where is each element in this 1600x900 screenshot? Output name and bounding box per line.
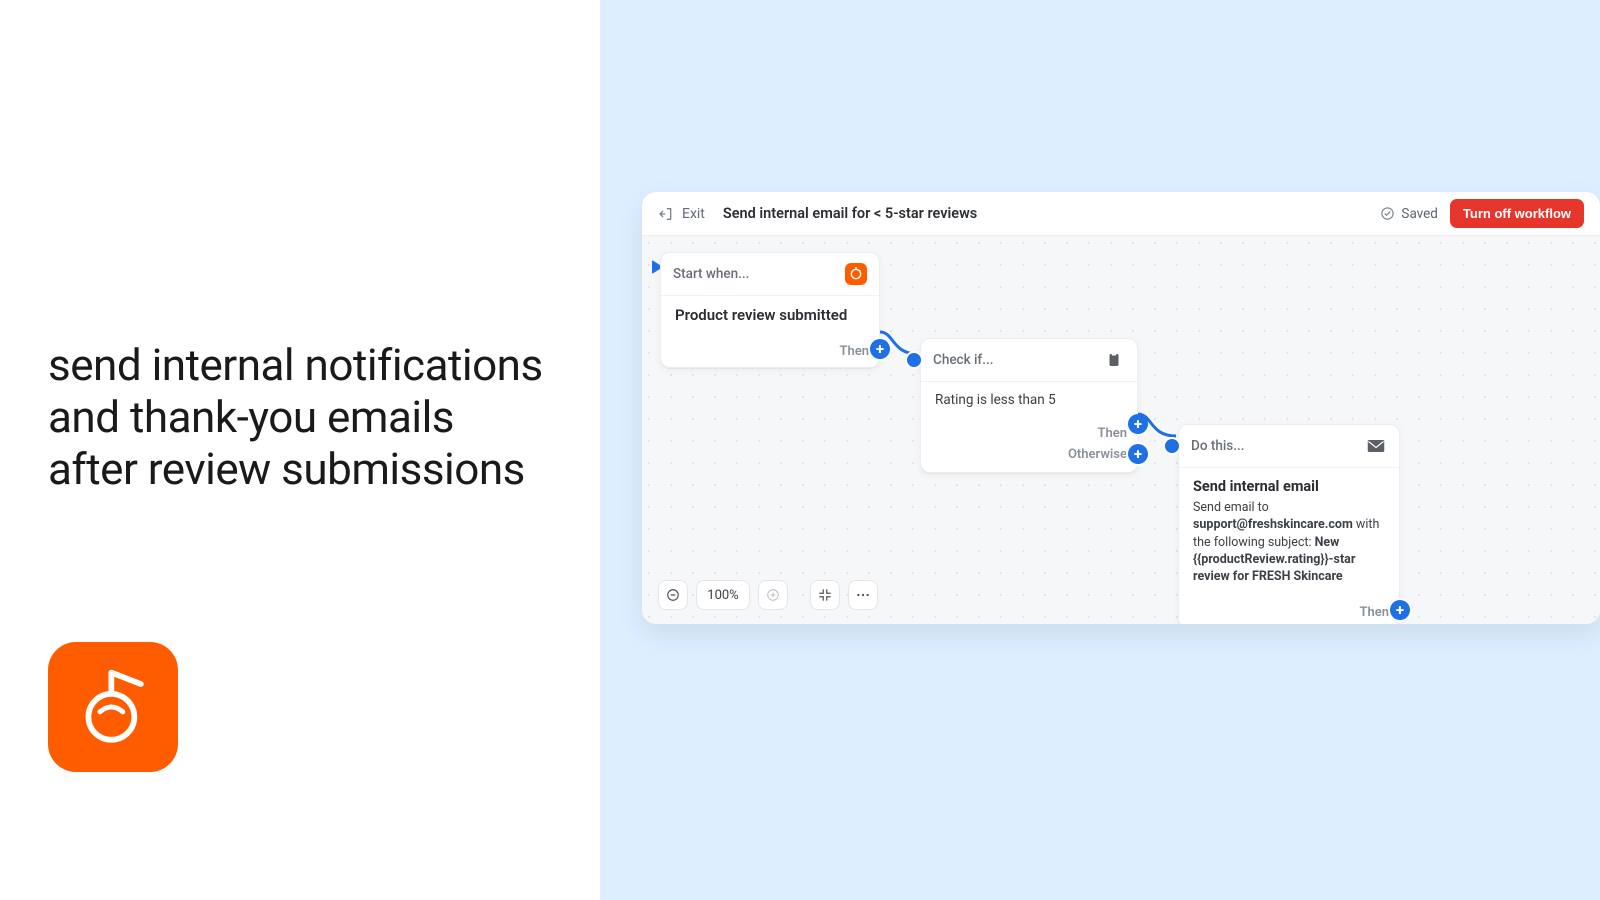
action-desc-email: support@freshskincare.com (1193, 517, 1353, 532)
turn-off-workflow-button[interactable]: Turn off workflow (1450, 199, 1584, 228)
zoom-out-button[interactable] (658, 580, 688, 610)
condition-body: Rating is less than 5 (921, 381, 1137, 420)
trigger-head-label: Start when... (673, 266, 749, 282)
trigger-node[interactable]: Start when... Product review submitted T… (660, 252, 880, 368)
mail-icon (1365, 435, 1387, 457)
then-label: Then (1359, 605, 1389, 620)
editor-header: Exit Send internal email for < 5-star re… (642, 192, 1600, 236)
input-port-icon (907, 353, 921, 367)
exit-button[interactable]: Exit (658, 206, 705, 222)
action-body: Send internal email Send email to suppor… (1179, 467, 1399, 597)
saved-label: Saved (1401, 206, 1438, 222)
app-badge-icon (845, 263, 867, 285)
action-node[interactable]: Do this... Send internal email Send emai… (1178, 424, 1400, 624)
action-desc-prefix: Send email to (1193, 500, 1269, 515)
add-otherwise-button[interactable]: + (1128, 444, 1148, 464)
then-label: Then (839, 344, 869, 359)
add-step-button[interactable]: + (870, 339, 890, 359)
condition-head: Check if... (921, 339, 1137, 381)
action-description: Send email to support@freshskincare.com … (1193, 499, 1385, 585)
action-title: Send internal email (1193, 478, 1385, 495)
condition-node[interactable]: Check if... Rating is less than 5 Then +… (920, 338, 1138, 473)
collapse-icon (818, 588, 832, 602)
trigger-body: Product review submitted (661, 295, 879, 336)
action-footer: Then + (1179, 597, 1399, 624)
otherwise-label: Otherwise (1068, 447, 1127, 462)
dots-icon (856, 593, 870, 597)
exit-label: Exit (682, 206, 705, 222)
exit-icon (658, 206, 674, 222)
zoom-percent[interactable]: 100% (696, 580, 750, 610)
plus-circle-icon (766, 588, 780, 602)
more-options-button[interactable] (848, 580, 878, 610)
trigger-footer: Then + (661, 336, 879, 367)
check-circle-icon (1380, 206, 1395, 221)
saved-status: Saved (1380, 206, 1438, 222)
zoom-toolbar: 100% (658, 580, 878, 610)
minus-circle-icon (666, 588, 680, 602)
action-head-label: Do this... (1191, 438, 1244, 454)
condition-footer: Then + Otherwise + (921, 420, 1137, 472)
then-label: Then (1097, 426, 1127, 441)
fit-view-button[interactable] (810, 580, 840, 610)
clipboard-icon (1103, 349, 1125, 371)
trigger-head: Start when... (661, 253, 879, 295)
action-head: Do this... (1179, 425, 1399, 467)
workflow-title: Send internal email for < 5-star reviews (723, 205, 977, 222)
add-step-button[interactable]: + (1390, 600, 1410, 620)
condition-head-label: Check if... (933, 352, 993, 368)
workflow-canvas[interactable]: Start when... Product review submitted T… (642, 236, 1600, 624)
marketing-panel: send internal notifications and thank-yo… (0, 0, 600, 900)
zoom-in-button[interactable] (758, 580, 788, 610)
input-port-icon (1165, 439, 1179, 453)
add-then-button[interactable]: + (1128, 414, 1148, 434)
workflow-editor-window: Exit Send internal email for < 5-star re… (642, 192, 1600, 624)
headline-text: send internal notifications and thank-yo… (48, 340, 552, 496)
app-preview-panel: Exit Send internal email for < 5-star re… (600, 0, 1600, 900)
brand-logo (48, 642, 178, 772)
unicorn-icon (72, 666, 154, 748)
